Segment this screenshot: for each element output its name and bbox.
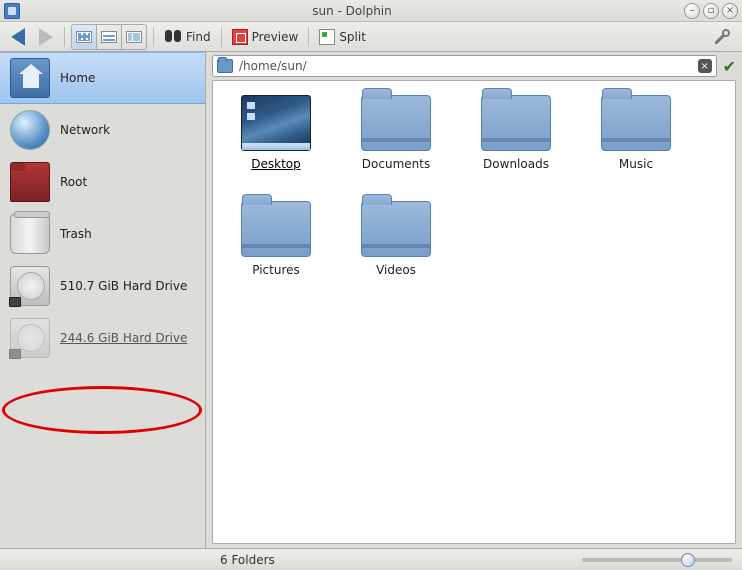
root-folder-icon: [10, 162, 50, 202]
zoom-slider[interactable]: [285, 558, 732, 562]
highlight-annotation: [2, 386, 202, 434]
globe-icon: [10, 110, 50, 150]
desktop-icon: [241, 95, 311, 151]
place-label: 510.7 GiB Hard Drive: [60, 279, 187, 293]
toolbar: Find Preview Split: [0, 22, 742, 52]
preview-label: Preview: [252, 30, 299, 44]
item-label: Videos: [376, 263, 416, 277]
folder-icon: [241, 201, 311, 257]
split-button[interactable]: Split: [315, 25, 370, 49]
separator: [221, 27, 222, 47]
settings-button[interactable]: [708, 25, 736, 49]
view-details-button[interactable]: [96, 25, 121, 49]
folder-icon: [217, 59, 233, 73]
preview-icon: [232, 29, 248, 45]
forward-button[interactable]: [34, 25, 58, 49]
split-icon: [319, 29, 335, 45]
details-view-icon: [101, 31, 117, 43]
columns-view-icon: [126, 31, 142, 43]
folder-icon: [481, 95, 551, 151]
place-label: 244.6 GiB Hard Drive: [60, 331, 187, 345]
arrow-left-icon: [11, 28, 25, 46]
close-button[interactable]: ×: [722, 3, 738, 19]
place-label: Root: [60, 175, 87, 189]
view-mode-group: [71, 24, 147, 50]
titlebar: sun - Dolphin – ▫ ×: [0, 0, 742, 22]
location-bar: /home/sun/ × ✔: [206, 52, 742, 80]
item-label: Desktop: [251, 157, 301, 171]
preview-button[interactable]: Preview: [228, 25, 303, 49]
item-label: Downloads: [483, 157, 549, 171]
hard-drive-icon: [10, 266, 50, 306]
accept-path-button[interactable]: ✔: [723, 57, 736, 76]
mount-badge-icon: [9, 349, 21, 359]
place-hdd-510[interactable]: 510.7 GiB Hard Drive: [0, 260, 205, 312]
place-trash[interactable]: Trash: [0, 208, 205, 260]
item-documents[interactable]: Documents: [351, 95, 441, 171]
folder-icon: [361, 201, 431, 257]
split-label: Split: [339, 30, 366, 44]
item-label: Pictures: [252, 263, 300, 277]
hard-drive-icon: [10, 318, 50, 358]
window-title: sun - Dolphin: [20, 4, 684, 18]
place-home[interactable]: Home: [0, 52, 205, 104]
mount-badge-icon: [9, 297, 21, 307]
wrench-icon: [712, 27, 732, 47]
arrow-right-icon: [39, 28, 53, 46]
icons-view-icon: [76, 31, 92, 43]
item-music[interactable]: Music: [591, 95, 681, 171]
place-network[interactable]: Network: [0, 104, 205, 156]
item-label: Documents: [362, 157, 430, 171]
find-button[interactable]: Find: [160, 25, 215, 49]
places-sidebar: Home Network Root Trash 510.7 GiB Hard D…: [0, 52, 206, 548]
find-label: Find: [186, 30, 211, 44]
view-icons-button[interactable]: [72, 25, 96, 49]
item-videos[interactable]: Videos: [351, 201, 441, 277]
separator: [153, 27, 154, 47]
minimize-button[interactable]: –: [684, 3, 700, 19]
home-icon: [10, 58, 50, 98]
file-view[interactable]: Desktop Documents Downloads Music Pictur…: [212, 80, 736, 544]
place-label: Trash: [60, 227, 92, 241]
separator: [308, 27, 309, 47]
place-root[interactable]: Root: [0, 156, 205, 208]
trash-icon: [10, 214, 50, 254]
folder-icon: [361, 95, 431, 151]
folder-icon: [601, 95, 671, 151]
place-label: Home: [60, 71, 95, 85]
status-text: 6 Folders: [220, 553, 275, 567]
view-columns-button[interactable]: [121, 25, 146, 49]
place-label: Network: [60, 123, 110, 137]
maximize-button[interactable]: ▫: [703, 3, 719, 19]
app-icon: [4, 3, 20, 19]
item-downloads[interactable]: Downloads: [471, 95, 561, 171]
item-label: Music: [619, 157, 653, 171]
path-input[interactable]: /home/sun/ ×: [212, 55, 717, 77]
place-hdd-244[interactable]: 244.6 GiB Hard Drive: [0, 312, 205, 364]
status-bar: 6 Folders: [0, 548, 742, 570]
binoculars-icon: [164, 30, 182, 44]
separator: [64, 27, 65, 47]
clear-path-button[interactable]: ×: [698, 59, 712, 73]
path-text: /home/sun/: [239, 59, 692, 73]
back-button[interactable]: [6, 25, 30, 49]
zoom-thumb[interactable]: [681, 553, 695, 567]
item-desktop[interactable]: Desktop: [231, 95, 321, 171]
item-pictures[interactable]: Pictures: [231, 201, 321, 277]
